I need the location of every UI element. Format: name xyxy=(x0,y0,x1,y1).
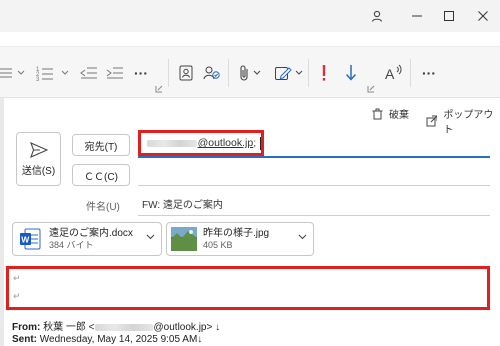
text-cursor xyxy=(260,136,261,150)
attach-file-icon[interactable] xyxy=(236,61,252,85)
close-icon[interactable] xyxy=(470,4,496,28)
ribbon-divider xyxy=(410,59,411,87)
svg-text:3: 3 xyxy=(36,77,40,81)
bullet-list-dropdown-icon[interactable] xyxy=(16,61,26,85)
account-icon[interactable] xyxy=(364,4,390,28)
ribbon-toolbar: 123 ··· A ··· xyxy=(0,46,500,98)
increase-indent-icon[interactable] xyxy=(104,61,126,85)
send-button[interactable]: 送信(S) xyxy=(16,132,61,186)
attach-dropdown-icon[interactable] xyxy=(252,61,262,85)
word-file-icon: W xyxy=(20,228,41,250)
bullet-list-icon[interactable] xyxy=(0,61,14,85)
subject-field[interactable]: FW: 遠足のご案内 xyxy=(138,192,490,216)
to-field[interactable]: @outlook.jp; xyxy=(138,130,490,158)
chevron-down-icon[interactable] xyxy=(146,234,155,240)
attachment-size: 384 バイト xyxy=(49,239,94,250)
read-aloud-icon[interactable]: A xyxy=(384,61,406,85)
minimize-icon[interactable] xyxy=(404,4,430,28)
send-icon xyxy=(29,141,48,158)
signature-dropdown-icon[interactable] xyxy=(294,61,304,85)
attachment-docx[interactable]: W 遠足のご案内.docx 384 バイト xyxy=(12,222,162,256)
svg-text:A: A xyxy=(385,66,395,82)
numbered-list-dropdown-icon[interactable] xyxy=(60,61,70,85)
discard-button[interactable]: 破棄 xyxy=(372,106,409,121)
to-button[interactable]: 宛先(T) xyxy=(72,134,130,156)
chevron-down-icon[interactable] xyxy=(298,234,307,240)
more-formatting-button[interactable]: ··· xyxy=(130,61,152,85)
svg-text:W: W xyxy=(21,235,30,245)
low-importance-icon[interactable] xyxy=(342,61,360,85)
to-recipient-separator: ; xyxy=(253,137,257,149)
ribbon-divider xyxy=(168,59,169,87)
more-options-button[interactable]: ··· xyxy=(418,61,440,85)
trash-icon xyxy=(372,108,383,119)
ribbon-divider xyxy=(228,59,229,87)
cc-field[interactable] xyxy=(138,162,490,186)
popout-icon xyxy=(426,115,438,127)
redacted-address xyxy=(94,323,153,331)
sent-value: Wednesday, May 14, 2025 9:05 AM↓ xyxy=(37,334,203,345)
subject-label: 件名(U) xyxy=(86,202,120,213)
message-body[interactable]: ↵ ↵ xyxy=(6,266,490,310)
high-importance-icon[interactable] xyxy=(316,61,332,85)
from-mark: ↓ xyxy=(212,322,221,333)
attachment-size: 405 KB xyxy=(203,239,233,250)
paragraph-mark: ↵ xyxy=(13,273,21,283)
pane-divider xyxy=(0,98,4,346)
from-domain: @outlook.jp> xyxy=(153,322,213,333)
sent-label: Sent: xyxy=(12,334,37,345)
check-names-icon[interactable] xyxy=(200,61,224,85)
redacted-address xyxy=(147,139,197,147)
title-bar xyxy=(0,0,500,32)
attachment-name: 昨年の様子.jpg xyxy=(203,227,270,239)
ribbon-divider xyxy=(308,59,309,87)
signature-icon[interactable] xyxy=(272,61,294,85)
image-thumbnail xyxy=(171,227,197,251)
send-label: 送信(S) xyxy=(21,165,56,177)
compose-pane: 破棄 ポップアウト 送信(S) 宛先(T) ＣＣ(C) @outlook.jp;… xyxy=(0,98,500,346)
maximize-icon[interactable] xyxy=(436,4,462,28)
attachment-name: 遠足のご案内.docx xyxy=(49,227,133,239)
quoted-from-line: From: 秋葉 一郎 < @outlook.jp> ↓ xyxy=(12,318,220,333)
attachment-jpg[interactable]: 昨年の様子.jpg 405 KB xyxy=(166,222,314,256)
numbered-list-icon[interactable]: 123 xyxy=(34,61,56,85)
quoted-sent-line: Sent: Wednesday, May 14, 2025 9:05 AM↓ xyxy=(12,334,202,345)
to-recipient-highlight: @outlook.jp; xyxy=(138,130,264,156)
decrease-indent-icon[interactable] xyxy=(78,61,100,85)
from-label: From: xyxy=(12,322,41,333)
from-name: 秋葉 一郎 < xyxy=(43,322,95,333)
to-recipient-domain[interactable]: @outlook.jp xyxy=(198,137,254,149)
paragraph-mark: ↵ xyxy=(13,291,21,301)
cc-button[interactable]: ＣＣ(C) xyxy=(72,164,130,186)
discard-label: 破棄 xyxy=(389,110,409,121)
address-book-icon[interactable] xyxy=(174,61,198,85)
